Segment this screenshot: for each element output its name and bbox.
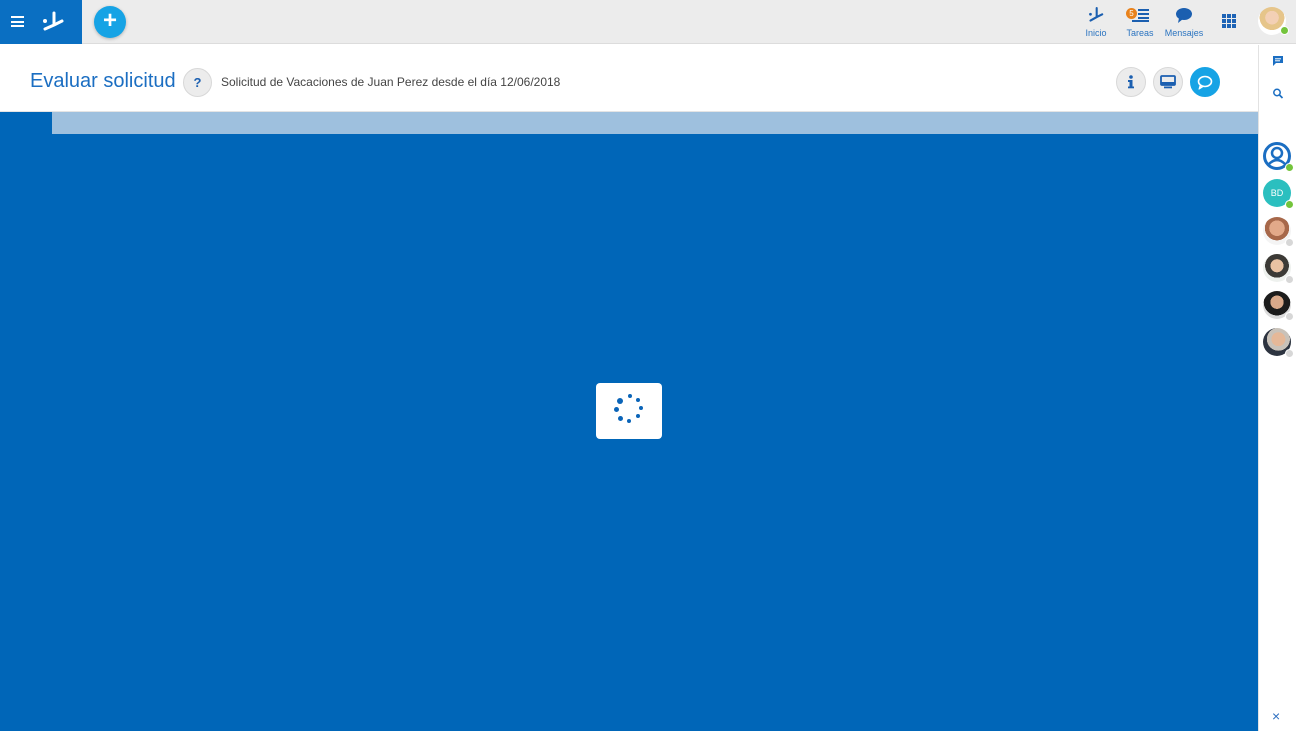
close-icon[interactable]: × (1272, 708, 1280, 724)
form-content-area (0, 112, 1258, 731)
tasks-badge: 5 (1126, 8, 1137, 19)
group-contact-avatar[interactable] (1263, 142, 1294, 172)
chat-icon[interactable] (1272, 55, 1284, 67)
online-status-dot (1280, 26, 1289, 35)
online-status-dot (1285, 163, 1294, 172)
online-status-dot (1285, 200, 1294, 209)
contact-initials: BD (1270, 188, 1284, 198)
request-description: Solicitud de Vacaciones de Juan Perez de… (221, 75, 561, 89)
brand-area (0, 0, 82, 44)
contact-avatar[interactable] (1263, 328, 1294, 358)
offline-status-dot (1285, 275, 1294, 284)
messages-label: Mensajes (1164, 28, 1204, 38)
user-avatar[interactable] (1258, 7, 1289, 35)
contact-avatar[interactable] (1263, 254, 1294, 284)
view-toggle-button[interactable] (1153, 67, 1183, 97)
contact-avatar[interactable] (1263, 217, 1294, 247)
right-sidebar: BD × (1258, 45, 1296, 731)
offline-status-dot (1285, 238, 1294, 247)
page-header: Evaluar solicitud ? Solicitud de Vacacio… (0, 45, 1258, 112)
messages-nav[interactable]: Mensajes (1164, 6, 1204, 40)
info-icon (1128, 75, 1134, 89)
tasks-nav[interactable]: 5 Tareas (1124, 6, 1156, 40)
page-title: Evaluar solicitud (30, 70, 176, 92)
search-icon[interactable] (1272, 88, 1283, 99)
info-button[interactable] (1116, 67, 1146, 97)
top-bar: + Inicio 5 Tareas Mensajes (0, 0, 1296, 44)
contact-bd-avatar[interactable]: BD (1263, 179, 1294, 209)
loading-spinner (596, 383, 662, 439)
hamburger-menu-icon[interactable] (11, 16, 24, 27)
comments-button[interactable] (1190, 67, 1220, 97)
contact-avatar[interactable] (1263, 291, 1294, 321)
home-label: Inicio (1085, 28, 1107, 38)
monitor-icon (1160, 75, 1176, 89)
home-logo-icon (1089, 7, 1104, 22)
help-button[interactable]: ? (183, 68, 212, 97)
home-nav[interactable]: Inicio (1082, 6, 1110, 40)
apps-grid-icon[interactable] (1222, 14, 1236, 28)
add-button[interactable]: + (94, 6, 126, 38)
speech-bubble-icon (1197, 75, 1213, 90)
chat-bubble-icon (1176, 8, 1192, 23)
logo-icon[interactable] (40, 9, 66, 35)
offline-status-dot (1285, 349, 1294, 358)
form-header-strip (52, 112, 1258, 134)
offline-status-dot (1285, 312, 1294, 321)
tasks-label: Tareas (1126, 28, 1154, 38)
